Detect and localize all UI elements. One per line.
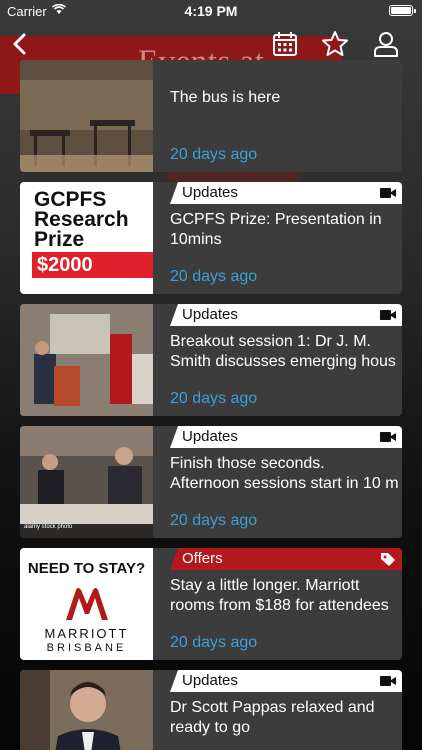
card-tag-label: Updates <box>182 184 238 201</box>
card-title: Finish those seconds. Afternoon sessions… <box>170 455 399 492</box>
card-tag: Updates <box>170 182 402 204</box>
thumb-watermark: alamy stock photo <box>24 524 73 530</box>
feed-card[interactable]: Updates Breakout session 1: Dr J. M. Smi… <box>20 304 402 416</box>
video-camera-icon <box>380 188 396 198</box>
card-title: The bus is here <box>170 89 281 106</box>
feed-card[interactable]: The bus is here 20 days ago <box>20 60 402 172</box>
card-tag: Updates <box>170 670 402 692</box>
card-thumbnail <box>20 60 153 172</box>
events-feed[interactable]: The bus is here 20 days ago GCPFS Resear… <box>0 0 422 750</box>
feed-card[interactable]: alamy stock photo Updates Finish those s… <box>20 426 402 538</box>
card-time-ago: 20 days ago <box>170 268 258 285</box>
presentation-photo-art <box>20 304 153 416</box>
gcpfs-prize-amount: $2000 <box>32 252 153 278</box>
calendar-icon <box>273 32 297 56</box>
marriott-headline: NEED TO STAY? <box>27 560 146 577</box>
video-camera-icon <box>380 432 396 442</box>
portrait-photo-art <box>20 670 153 750</box>
gcpfs-prize-text: GCPFS Research Prize <box>34 188 129 251</box>
favorite-button[interactable] <box>321 30 349 58</box>
video-camera-icon <box>380 676 396 686</box>
card-tag-label: Updates <box>182 306 238 323</box>
card-tag-label: Updates <box>182 428 238 445</box>
price-tag-icon <box>381 553 395 566</box>
marriott-city: BRISBANE <box>46 642 127 654</box>
card-title: Dr Scott Pappas relaxed and ready to go <box>170 699 375 736</box>
card-time-ago: 20 days ago <box>170 146 258 163</box>
chevron-left-icon <box>13 33 26 55</box>
card-tag-label: Updates <box>182 672 238 689</box>
card-thumbnail: GCPFS Research Prize $2000 <box>20 182 153 294</box>
status-time: 4:19 PM <box>184 3 238 19</box>
card-tag: Offers <box>170 548 402 570</box>
status-bar: Carrier 4:19 PM <box>0 0 422 22</box>
battery-icon <box>389 5 416 16</box>
feed-card[interactable]: GCPFS Research Prize $2000 Updates GCPFS… <box>20 182 402 294</box>
buffet-photo-art <box>20 426 153 538</box>
card-thumbnail <box>20 670 153 750</box>
card-title: Stay a little longer. Marriott rooms fro… <box>170 577 389 614</box>
card-time-ago: 20 days ago <box>170 634 258 651</box>
calendar-button[interactable] <box>271 30 299 58</box>
marriott-logo-icon <box>66 588 108 620</box>
marriott-brand: MARRIOTT <box>44 626 129 641</box>
card-thumbnail <box>20 304 153 416</box>
card-tag: Updates <box>170 304 402 326</box>
card-tag-label: Offers <box>182 550 223 567</box>
card-title: Breakout session 1: Dr J. M. Smith discu… <box>170 333 396 370</box>
card-thumbnail: alamy stock photo <box>20 426 153 538</box>
card-title: GCPFS Prize: Presentation in 10mins <box>170 211 382 248</box>
video-camera-icon <box>380 310 396 320</box>
feed-card[interactable]: NEED TO STAY? MARRIOTT BRISBANE Offers S… <box>20 548 402 660</box>
feed-card[interactable]: Updates Dr Scott Pappas relaxed and read… <box>20 670 402 750</box>
card-time-ago: 20 days ago <box>170 390 258 407</box>
user-icon <box>374 32 398 57</box>
card-time-ago: 20 days ago <box>170 512 258 529</box>
card-thumbnail: NEED TO STAY? MARRIOTT BRISBANE <box>20 548 153 660</box>
star-icon <box>322 31 348 56</box>
cafe-photo-art <box>20 60 153 172</box>
card-tag: Updates <box>170 426 402 448</box>
profile-button[interactable] <box>372 30 400 58</box>
back-button[interactable] <box>6 30 34 58</box>
